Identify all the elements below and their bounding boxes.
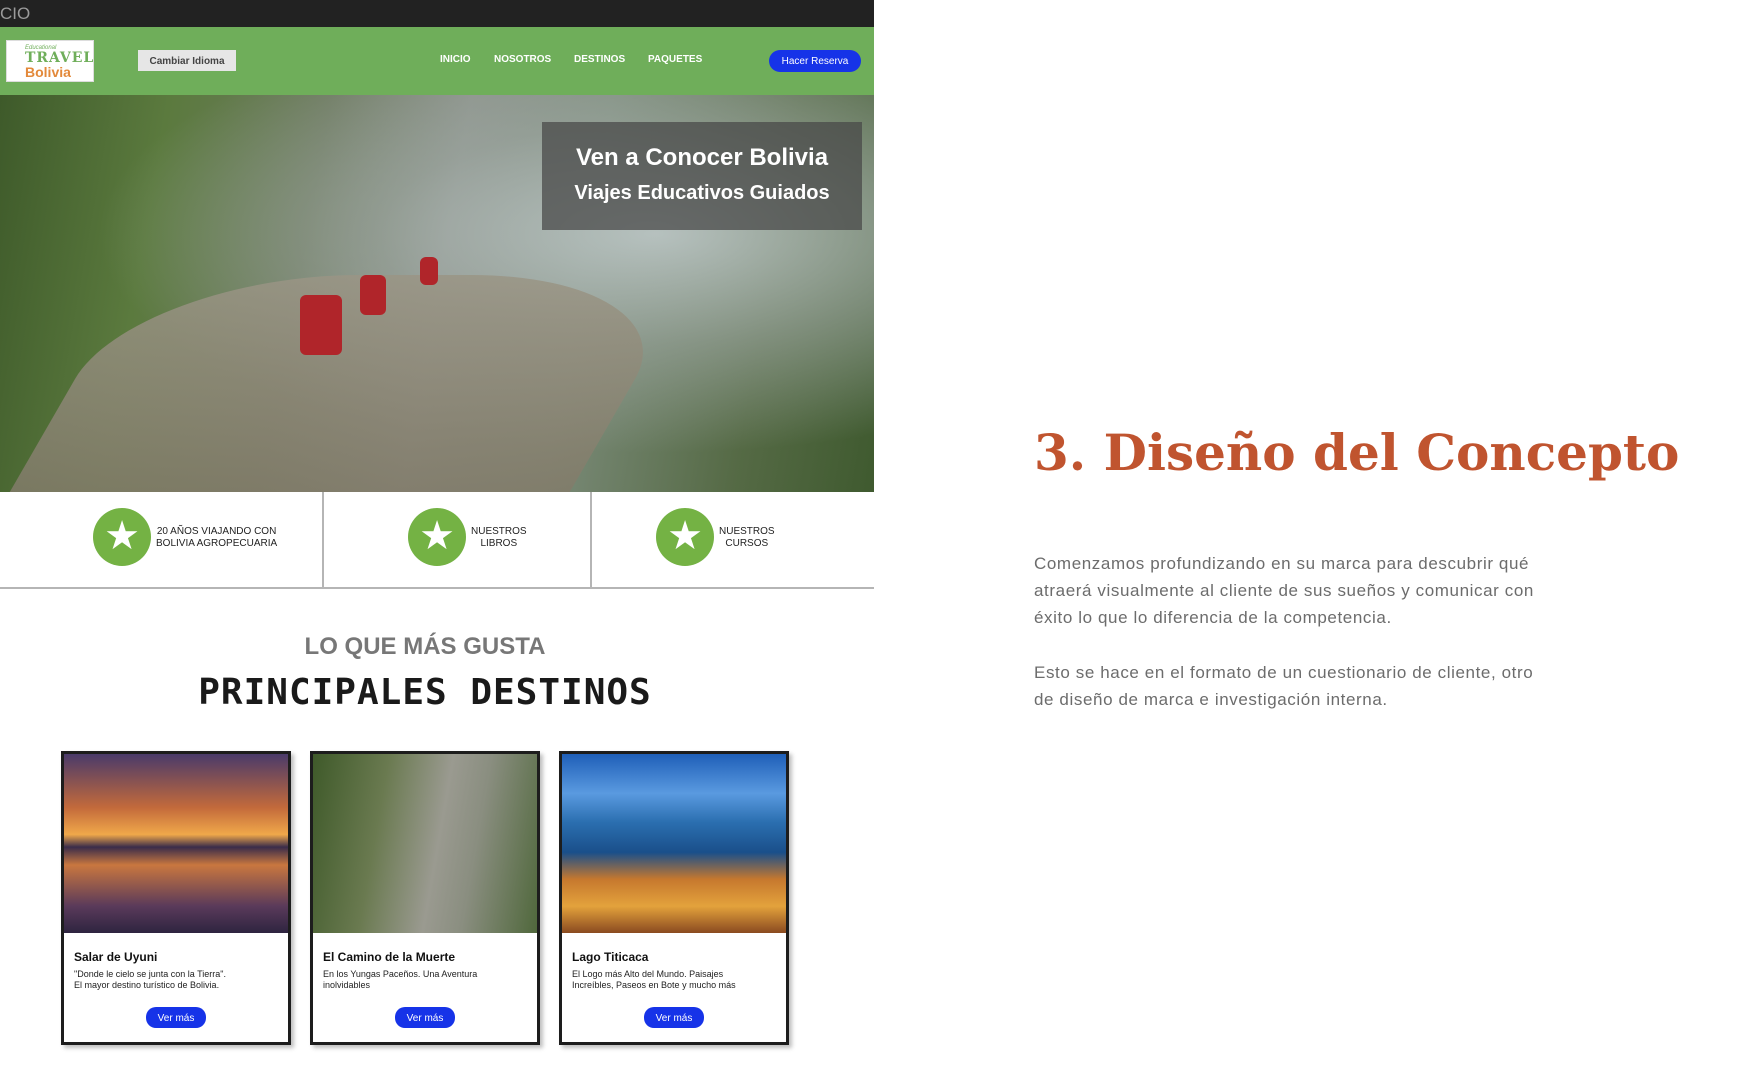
section-supertitle: LO QUE MÁS GUSTA [304,633,546,660]
hero-title: Ven a Conocer Bolivia [575,144,829,171]
star-icon: ★ [656,508,714,566]
feature-line: NUESTROS [471,526,527,537]
top-bar-text: CIO [0,4,31,23]
hero-rider-shape [420,257,438,285]
card-desc-line: El Logo más Alto del Mundo. Paisajes [572,969,724,979]
hero-banner: Ven a Conocer Bolivia Viajes Educativos … [0,95,874,492]
nav-link-inicio[interactable]: INICIO [440,54,471,65]
card-title: El Camino de la Muerte [323,950,456,964]
card-title: Lago Titicaca [572,950,649,964]
card-desc-line: En los Yungas Paceños. Una Aventura [323,969,478,979]
browser-top-bar: CIO [0,0,874,27]
paragraph-line: Esto se hace en el formato de un cuestio… [1034,663,1534,682]
feature-line: NUESTROS [719,526,775,537]
feature-text-1[interactable]: 20 AÑOS VIAJANDO CON BOLIVIA AGROPECUARI… [156,526,277,550]
feature-text-3[interactable]: NUESTROS CURSOS [719,526,775,550]
hero-subtitle: Viajes Educativos Guiados [574,182,830,204]
destination-card-camino: El Camino de la Muerte En los Yungas Pac… [310,751,540,1045]
feature-divider [590,492,592,589]
card-image-uyuni [64,754,288,933]
paragraph-line: Comenzamos profundizando en su marca par… [1034,554,1530,573]
hero-rider-shape [360,275,386,315]
site-navbar: Educational TRAVEL Bolivia Cambiar Idiom… [0,27,874,95]
card-title: Salar de Uyuni [74,950,158,964]
site-logo[interactable]: Educational TRAVEL Bolivia [6,40,94,82]
destination-card-uyuni: Salar de Uyuni "Donde le cielo se junta … [61,751,291,1045]
paragraph-line: atraerá visualmente al cliente de sus su… [1034,581,1534,600]
star-icon: ★ [408,508,466,566]
paragraph-line: éxito lo que lo diferencia de la compete… [1034,608,1392,627]
feature-text-2[interactable]: NUESTROS LIBROS [471,526,527,550]
paragraph-line: de diseño de marca e investigación inter… [1034,690,1388,709]
nav-link-nosotros[interactable]: NOSOTROS [494,54,551,65]
feature-line: LIBROS [480,538,518,549]
feature-line: BOLIVIA AGROPECUARIA [156,538,278,549]
website-mockup: CIO Educational TRAVEL Bolivia Cambiar I… [0,0,874,1080]
features-strip: ★ 20 AÑOS VIAJANDO CON BOLIVIA AGROPECUA… [0,492,874,589]
concept-paragraph-2: Esto se hace en el formato de un cuestio… [1034,659,1594,713]
hero-rider-shape [300,295,342,355]
star-icon: ★ [93,508,151,566]
hero-road-shape [0,275,696,492]
section-title: PRINCIPALES DESTINOS [198,672,652,713]
hero-text-box: Ven a Conocer Bolivia Viajes Educativos … [542,122,862,230]
card-desc-line: inolvidables [323,980,371,990]
concept-paragraph-1: Comenzamos profundizando en su marca par… [1034,550,1594,631]
card-description: "Donde le cielo se junta con la Tierra".… [74,969,284,991]
nav-link-paquetes[interactable]: PAQUETES [648,54,702,65]
card-description: En los Yungas Paceños. Una Aventura inol… [323,969,533,991]
nav-link-destinos[interactable]: DESTINOS [574,54,625,65]
card-image-titicaca [562,754,786,933]
card-desc-line: El mayor destino turístico de Bolivia. [74,980,220,990]
card-desc-line: Increíbles, Paseos en Bote y mucho más [572,980,736,990]
make-reservation-button[interactable]: Hacer Reserva [769,50,861,72]
card-image-camino [313,754,537,933]
concept-heading: 3. Diseño del Concepto [1034,423,1680,482]
see-more-button[interactable]: Ver más [644,1007,704,1028]
destination-card-titicaca: Lago Titicaca El Logo más Alto del Mundo… [559,751,789,1045]
see-more-button[interactable]: Ver más [395,1007,455,1028]
card-description: El Logo más Alto del Mundo. Paisajes Inc… [572,969,782,991]
feature-line: 20 AÑOS VIAJANDO CON [156,526,277,537]
feature-line: CURSOS [725,538,769,549]
change-language-button[interactable]: Cambiar Idioma [138,50,236,71]
see-more-button[interactable]: Ver más [146,1007,206,1028]
card-desc-line: "Donde le cielo se junta con la Tierra". [74,969,226,979]
logo-line-3: Bolivia [25,64,71,80]
feature-divider [322,492,324,589]
